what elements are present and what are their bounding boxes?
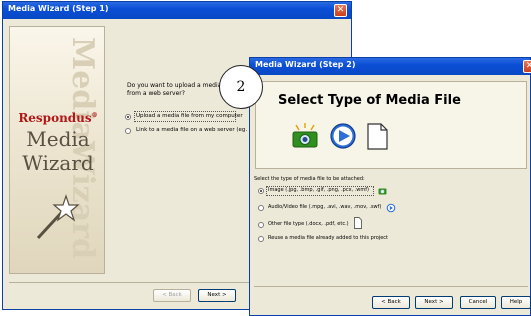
link-web-server-radio[interactable]	[125, 128, 131, 134]
respondus-logo: Respondus®	[14, 111, 102, 125]
step2-cancel-button[interactable]: Cancel	[460, 296, 496, 309]
camera-icon	[378, 188, 387, 195]
other-type-label[interactable]: Other file type (.docx, .pdf, etc.)	[268, 221, 349, 227]
step1-window-title: Media Wizard (Step 1)	[8, 4, 109, 13]
sidebar-wizard-text: Wizard	[22, 151, 94, 175]
upload-from-computer-radio[interactable]	[125, 114, 131, 120]
sidebar-media-text: Media	[26, 127, 90, 151]
step1-title-bar[interactable]: Media Wizard (Step 1) ✕	[3, 2, 351, 19]
step2-window-title: Media Wizard (Step 2)	[255, 60, 356, 69]
step2-back-button[interactable]: < Back	[372, 296, 410, 309]
camera-icon	[292, 123, 318, 148]
audio-video-type-radio[interactable]	[258, 205, 264, 211]
image-type-label[interactable]: Image (.jpg, .bmp, .gif, .png, .pcx, .wm…	[268, 187, 369, 193]
play-icon	[386, 203, 396, 213]
audio-video-type-label[interactable]: Audio/Video file (.mpg, .avi, .wav, .mov…	[268, 204, 381, 210]
step2-next-button[interactable]: Next >	[415, 296, 453, 309]
step2-close-icon[interactable]: ✕	[523, 60, 531, 73]
link-web-server-label[interactable]: Link to a media file on a web server (eg…	[136, 127, 255, 133]
other-type-radio[interactable]	[258, 222, 264, 228]
magic-wand-icon	[36, 194, 80, 240]
media-type-prompt: Select the type of media file to be atta…	[254, 176, 365, 182]
document-icon	[354, 217, 362, 229]
upload-from-computer-label[interactable]: Upload a media file from my computer	[136, 113, 243, 119]
document-icon	[367, 123, 388, 150]
registered-mark: ®	[91, 112, 98, 119]
media-wizard-step2-window: Media Wizard (Step 2) ✕ Select Type of M…	[249, 57, 531, 316]
step2-divider	[254, 286, 528, 287]
respondus-logo-text: Respondus	[18, 111, 92, 125]
media-type-header-panel: Select Type of Media File	[255, 81, 527, 169]
step2-heading: Select Type of Media File	[278, 93, 461, 108]
step1-close-icon[interactable]: ✕	[334, 4, 347, 17]
step2-title-bar[interactable]: Media Wizard (Step 2) ✕	[250, 58, 531, 75]
play-icon	[330, 123, 356, 149]
step2-help-button[interactable]: Help	[501, 296, 531, 309]
step1-next-button[interactable]: Next >	[198, 289, 236, 302]
reuse-media-label[interactable]: Reuse a media file already added to this…	[268, 235, 388, 241]
step1-back-button[interactable]: < Back	[153, 289, 191, 302]
step-number-marker: 2	[219, 65, 263, 109]
reuse-media-radio[interactable]	[258, 236, 264, 242]
image-type-radio[interactable]	[258, 188, 264, 194]
wizard-sidebar-image: MediaWizard Respondus® Media Wizard	[9, 26, 105, 274]
